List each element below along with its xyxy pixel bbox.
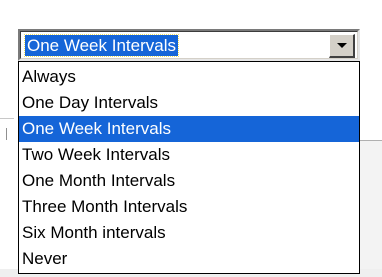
combobox-inner-border: One Week Intervals xyxy=(20,31,358,59)
option-six-month-intervals[interactable]: Six Month intervals xyxy=(19,220,359,246)
option-two-week-intervals[interactable]: Two Week Intervals xyxy=(19,142,359,168)
window-edge-mark xyxy=(6,128,13,140)
option-always[interactable]: Always xyxy=(19,64,359,90)
dropdown-button[interactable] xyxy=(329,34,355,58)
option-three-month-intervals[interactable]: Three Month Intervals xyxy=(19,194,359,220)
window-panel-shade xyxy=(360,141,382,277)
chevron-down-icon xyxy=(337,43,347,48)
option-one-day-intervals[interactable]: One Day Intervals xyxy=(19,90,359,116)
option-one-week-intervals[interactable]: One Week Intervals xyxy=(19,116,359,142)
interval-dropdown-list: Always One Day Intervals One Week Interv… xyxy=(18,61,360,274)
combobox-selected-value[interactable]: One Week Intervals xyxy=(24,34,179,57)
interval-combobox[interactable]: One Week Intervals xyxy=(18,29,360,61)
option-never[interactable]: Never xyxy=(19,246,359,272)
window-edge xyxy=(0,118,14,119)
option-one-month-intervals[interactable]: One Month Intervals xyxy=(19,168,359,194)
